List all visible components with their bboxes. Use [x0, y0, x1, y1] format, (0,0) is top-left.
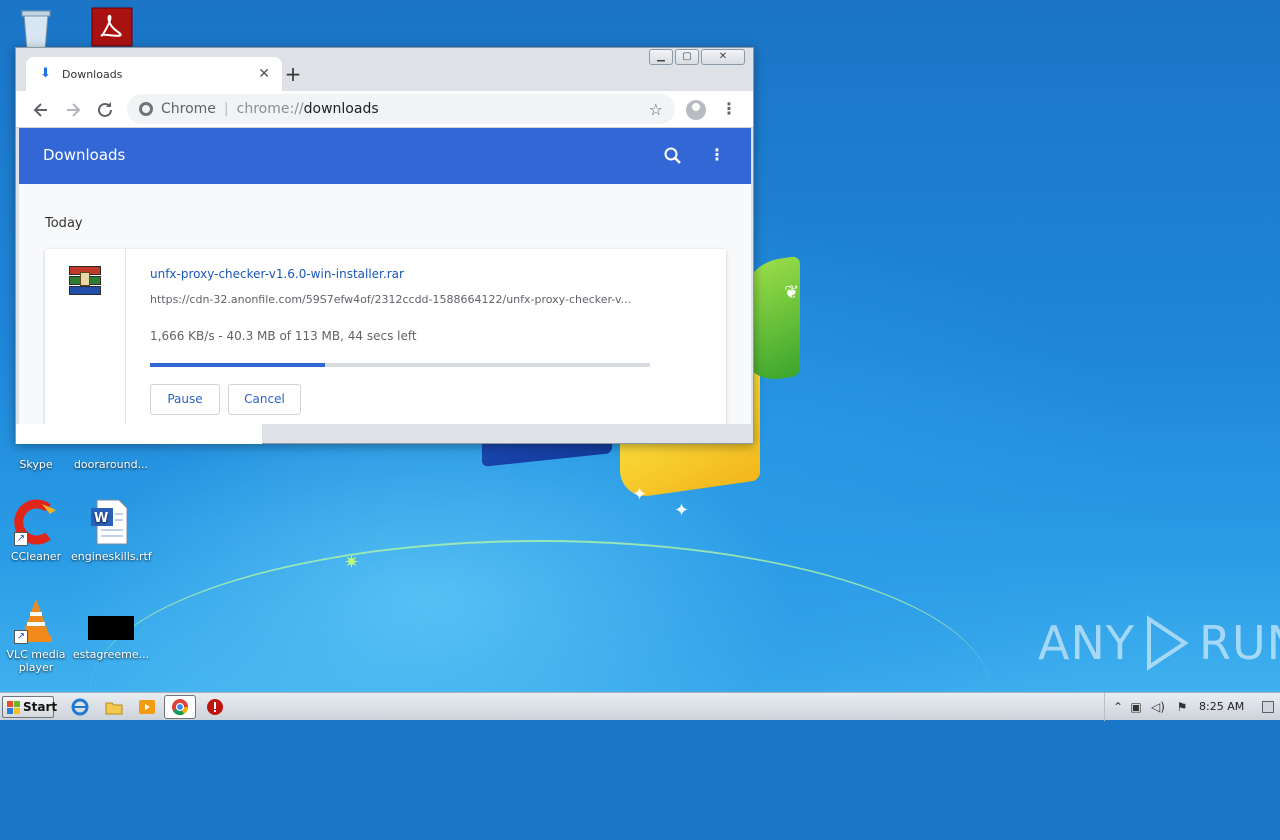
- downloads-menu-icon[interactable]: ⋮: [707, 142, 727, 168]
- minimize-button[interactable]: ▁: [649, 49, 673, 65]
- reload-button[interactable]: [92, 97, 118, 123]
- volume-icon[interactable]: ◁): [1151, 700, 1165, 714]
- url-host: downloads: [303, 101, 379, 117]
- system-tray: ⌃ ▣ ◁) ⚑ 8:25 AM: [1104, 693, 1280, 721]
- start-label: Start: [23, 700, 58, 714]
- downloads-header: Downloads ⋮: [19, 128, 751, 184]
- search-icon[interactable]: [661, 144, 685, 168]
- shortcut-arrow-icon: ↗: [14, 630, 28, 644]
- shortcut-arrow-icon: ↗: [14, 532, 28, 546]
- show-desktop-button[interactable]: [1262, 701, 1274, 713]
- anyrun-watermark: ANY RUN: [1038, 608, 1280, 678]
- tray-expand-icon[interactable]: ⌃: [1111, 700, 1125, 714]
- taskbar: Start ⌃ ▣ ◁) ⚑ 8:25 AM: [0, 692, 1280, 721]
- section-title: Today: [45, 216, 83, 231]
- watermark-text-left: ANY: [1038, 616, 1135, 670]
- network-icon[interactable]: ▣: [1129, 700, 1143, 714]
- download-icon: ⬇: [40, 66, 51, 81]
- svg-text:W: W: [94, 511, 108, 526]
- desktop-icon-label: Skype: [19, 458, 53, 471]
- download-status: 1,666 KB/s - 40.3 MB of 113 MB, 44 secs …: [150, 329, 417, 343]
- url-scheme: chrome://: [236, 101, 304, 117]
- desktop-icon-label: dooraround...: [73, 458, 149, 471]
- sparkle-icon: ✦: [632, 484, 648, 505]
- maximize-button[interactable]: ▢: [675, 49, 699, 65]
- black-thumbnail-icon: [87, 596, 135, 644]
- new-tab-button[interactable]: +: [280, 62, 306, 88]
- desktop-icon-label: CCleaner: [10, 550, 62, 563]
- download-source-url[interactable]: https://cdn-32.anonfile.com/59S7efw4of/2…: [150, 293, 650, 306]
- reload-icon: [98, 102, 112, 117]
- watermark-text-right: RUN: [1198, 616, 1280, 670]
- wallpaper-swoosh: [90, 540, 990, 840]
- internet-explorer-icon[interactable]: [70, 697, 90, 717]
- desktop-icon-label: engineskills.rtf: [71, 550, 152, 563]
- desktop-icon-label: estagreeme...: [72, 648, 150, 661]
- forward-arrow-icon: [67, 103, 81, 117]
- desktop-icon-vlc[interactable]: ↗ VLC media player: [0, 596, 76, 674]
- folder-icon[interactable]: [104, 697, 124, 717]
- tab-title: Downloads: [62, 67, 123, 81]
- profile-avatar-icon[interactable]: [686, 100, 706, 120]
- download-progress-fill: [150, 363, 325, 367]
- clock[interactable]: 8:25 AM: [1199, 700, 1244, 713]
- download-progress-bar: [150, 363, 650, 367]
- close-tab-icon[interactable]: ✕: [258, 66, 270, 82]
- ccleaner-icon: ↗: [12, 498, 60, 546]
- desktop-icon-estagreement[interactable]: estagreeme...: [71, 596, 151, 661]
- word-document-icon: W: [87, 498, 135, 546]
- desktop-icon-ccleaner[interactable]: ↗ CCleaner: [0, 498, 76, 563]
- close-window-button[interactable]: ✕: [701, 49, 745, 65]
- browser-menu-icon[interactable]: ⋮: [718, 97, 740, 123]
- download-item: unfx-proxy-checker-v1.6.0-win-installer.…: [45, 249, 726, 424]
- downloads-list: Today unfx-proxy-checker-v1.6.0-win-inst…: [19, 184, 751, 424]
- chrome-window: ▁ ▢ ✕ ⬇ Downloads ✕ + Chrome | chrome://…: [15, 47, 754, 444]
- window-bottom-strip: [16, 424, 262, 444]
- chrome-icon[interactable]: [164, 695, 196, 719]
- omnibox-separator: |: [223, 101, 229, 117]
- download-item-icon-column: [45, 249, 126, 424]
- vlc-icon: ↗: [12, 596, 60, 644]
- bookmark-star-icon[interactable]: ☆: [649, 100, 663, 119]
- desktop-icon-engineskills[interactable]: W engineskills.rtf: [71, 498, 152, 563]
- address-bar[interactable]: Chrome | chrome://downloads ☆: [127, 94, 675, 124]
- chrome-site-icon: [139, 102, 153, 116]
- action-center-flag-icon[interactable]: ⚑: [1175, 700, 1189, 714]
- rar-archive-icon: [69, 266, 101, 296]
- sparkle-icon: ✦: [674, 500, 690, 521]
- play-icon: [1145, 615, 1189, 671]
- start-button[interactable]: Start: [2, 696, 58, 718]
- forward-button[interactable]: [60, 97, 86, 123]
- cancel-button[interactable]: Cancel: [228, 384, 301, 415]
- pause-button[interactable]: Pause: [150, 384, 220, 415]
- back-button[interactable]: [28, 97, 54, 123]
- window-controls: ▁ ▢ ✕: [649, 49, 745, 65]
- back-arrow-icon: [33, 103, 47, 117]
- media-player-icon[interactable]: [137, 697, 157, 717]
- site-label: Chrome: [161, 101, 216, 117]
- page-title: Downloads: [43, 146, 126, 164]
- browser-toolbar: Chrome | chrome://downloads ☆ ⋮: [16, 91, 753, 128]
- butterfly-icon: ❦: [784, 282, 800, 303]
- sparkle-icon: ✷: [344, 552, 360, 573]
- windows-flag-icon: [7, 701, 20, 714]
- stop-icon[interactable]: [205, 697, 225, 717]
- desktop-icon-label: VLC media player: [6, 648, 66, 674]
- tab-downloads[interactable]: ⬇ Downloads ✕: [26, 57, 282, 91]
- download-filename-link[interactable]: unfx-proxy-checker-v1.6.0-win-installer.…: [150, 267, 404, 281]
